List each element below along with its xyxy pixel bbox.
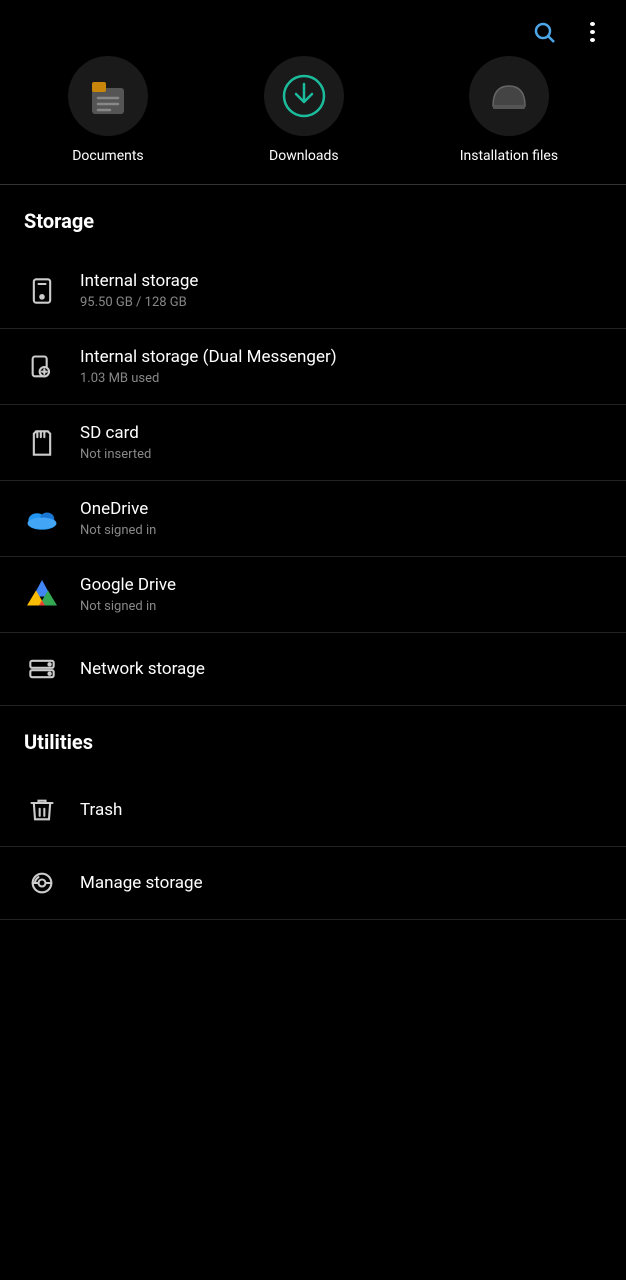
top-divider [0,184,626,185]
category-downloads[interactable]: Downloads [264,56,344,164]
manage-title: Manage storage [80,873,203,893]
top-categories: Documents Downloads Installation files [0,56,626,184]
onedrive-title: OneDrive [80,499,156,519]
internal-storage-subtitle: 95.50 GB / 128 GB [80,295,198,310]
sdcard-subtitle: Not inserted [80,447,151,462]
storage-section: Storage Internal storage 95.50 GB / 128 … [0,209,626,706]
trash-title: Trash [80,800,122,820]
manage-storage-icon [24,865,60,901]
dual-storage-subtitle: 1.03 MB used [80,371,337,386]
search-button[interactable] [530,18,558,46]
dot [590,30,595,34]
dual-messenger-icon [24,349,60,385]
trash-icon [24,792,60,828]
storage-item-gdrive[interactable]: Google Drive Not signed in [0,557,626,633]
utilities-list: Trash Manage storage [0,774,626,920]
header [0,0,626,56]
network-storage-icon [24,651,60,687]
utilities-section: Utilities Trash [0,722,626,920]
network-title: Network storage [80,659,205,679]
installation-label: Installation files [460,148,558,164]
dot [590,38,595,42]
utilities-title: Utilities [0,722,626,774]
storage-item-onedrive[interactable]: OneDrive Not signed in [0,481,626,557]
onedrive-icon [24,501,60,537]
downloads-circle [264,56,344,136]
onedrive-subtitle: Not signed in [80,523,156,538]
phone-storage-icon [24,273,60,309]
dual-storage-title: Internal storage (Dual Messenger) [80,347,337,367]
gdrive-text: Google Drive Not signed in [80,575,176,614]
gdrive-title: Google Drive [80,575,176,595]
storage-item-internal[interactable]: Internal storage 95.50 GB / 128 GB [0,253,626,329]
gdrive-subtitle: Not signed in [80,599,176,614]
storage-list: Internal storage 95.50 GB / 128 GB Inter… [0,253,626,706]
storage-title: Storage [0,209,626,253]
sd-card-icon [24,425,60,461]
installation-circle [469,56,549,136]
downloads-icon [278,70,330,122]
sdcard-text: SD card Not inserted [80,423,151,462]
network-text: Network storage [80,659,205,679]
dual-storage-text: Internal storage (Dual Messenger) 1.03 M… [80,347,337,386]
documents-icon [84,72,132,120]
documents-label: Documents [72,148,143,164]
storage-item-sdcard[interactable]: SD card Not inserted [0,405,626,481]
more-options-button[interactable] [578,18,606,46]
search-icon [532,20,556,44]
utilities-item-trash[interactable]: Trash [0,774,626,847]
category-installation[interactable]: Installation files [460,56,558,164]
google-drive-icon [24,577,60,613]
downloads-label: Downloads [269,148,339,164]
internal-storage-title: Internal storage [80,271,198,291]
onedrive-text: OneDrive Not signed in [80,499,156,538]
sdcard-title: SD card [80,423,151,443]
storage-item-dual[interactable]: Internal storage (Dual Messenger) 1.03 M… [0,329,626,405]
category-documents[interactable]: Documents [68,56,148,164]
manage-text: Manage storage [80,873,203,893]
utilities-item-manage[interactable]: Manage storage [0,847,626,920]
storage-item-network[interactable]: Network storage [0,633,626,706]
installation-icon [483,70,535,122]
internal-storage-text: Internal storage 95.50 GB / 128 GB [80,271,198,310]
documents-circle [68,56,148,136]
trash-text: Trash [80,800,122,820]
dot [590,22,595,26]
